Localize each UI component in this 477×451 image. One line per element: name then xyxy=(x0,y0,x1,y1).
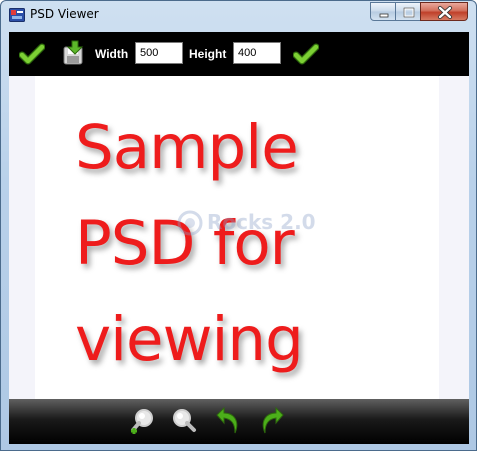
title-bar[interactable]: PSD Viewer xyxy=(1,1,476,31)
bottom-toolbar xyxy=(9,399,469,444)
psd-line-1: Sample xyxy=(75,112,299,183)
minimize-button[interactable] xyxy=(370,2,396,21)
watermark-text: Rocks 2.0 xyxy=(207,210,316,234)
minimize-icon xyxy=(379,13,389,18)
psd-line-3: viewing xyxy=(75,304,304,375)
width-input[interactable]: 500 xyxy=(135,42,183,64)
save-icon[interactable] xyxy=(61,40,87,66)
app-icon xyxy=(9,8,25,22)
height-label: Height xyxy=(189,47,227,61)
watermark-icon xyxy=(177,210,203,236)
height-input[interactable]: 400 xyxy=(233,42,281,64)
rotate-left-icon[interactable] xyxy=(215,407,243,435)
maximize-button[interactable] xyxy=(395,2,421,21)
psd-image: Sample PSD for viewing Rocks 2.0 xyxy=(35,76,439,399)
close-button[interactable] xyxy=(420,2,468,21)
window-title: PSD Viewer xyxy=(30,7,99,21)
zoom-out-icon[interactable] xyxy=(169,407,197,435)
watermark-logo: Rocks 2.0 xyxy=(175,208,375,238)
top-toolbar: Width 500 Height 400 xyxy=(9,32,469,76)
width-label: Width xyxy=(95,47,129,61)
apply-size-icon[interactable] xyxy=(293,41,319,67)
app-window: PSD Viewer Width 500 Height 400 Sample P… xyxy=(0,0,477,451)
rotate-right-icon[interactable] xyxy=(257,407,285,435)
zoom-in-icon[interactable] xyxy=(129,407,157,435)
check-icon[interactable] xyxy=(19,41,45,67)
client-area: Width 500 Height 400 Sample PSD for view… xyxy=(9,32,469,444)
psd-text: Sample PSD for viewing xyxy=(75,100,439,388)
image-canvas[interactable]: Sample PSD for viewing Rocks 2.0 xyxy=(9,76,469,399)
maximize-icon xyxy=(403,7,415,18)
close-icon xyxy=(438,6,452,19)
